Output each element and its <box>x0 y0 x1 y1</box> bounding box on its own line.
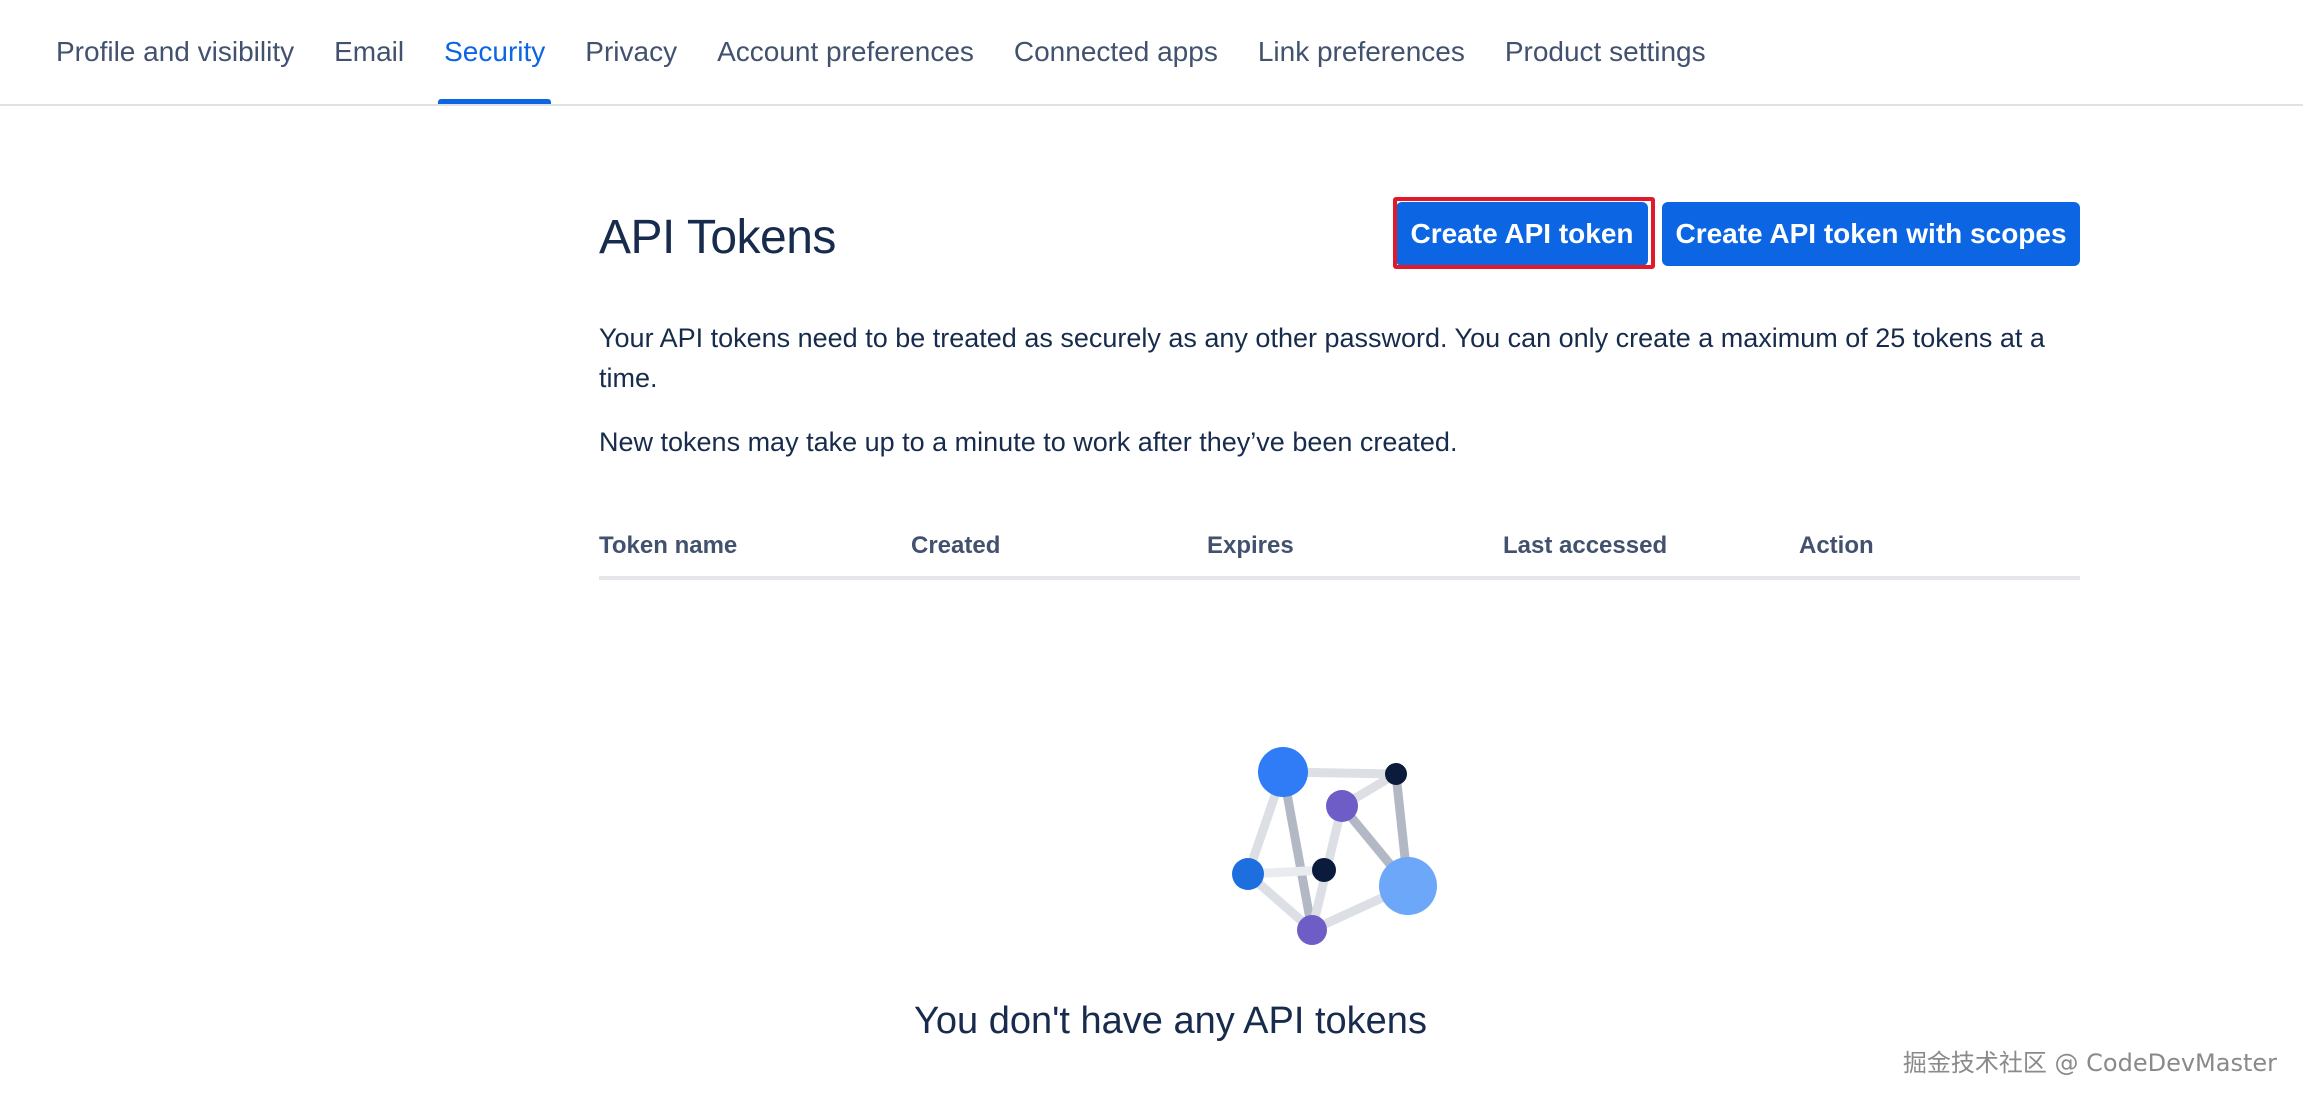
account-settings-page: Profile and visibility Email Security Pr… <box>0 0 2303 1098</box>
create-api-token-button[interactable]: Create API token <box>1396 202 1648 266</box>
tab-security[interactable]: Security <box>424 0 565 104</box>
column-header-last-accessed[interactable]: Last accessed <box>1503 532 1667 560</box>
column-header-created[interactable]: Created <box>911 532 1000 560</box>
api-tokens-description: Your API tokens need to be treated as se… <box>599 323 2045 393</box>
tab-email[interactable]: Email <box>314 0 424 104</box>
tab-product-settings[interactable]: Product settings <box>1485 0 1726 104</box>
column-header-action: Action <box>1799 532 1874 559</box>
column-header-expires[interactable]: Expires <box>1207 532 1294 560</box>
tokens-table-header: Token name Created Expires Last accessed… <box>599 532 2080 580</box>
top-navigation: Profile and visibility Email Security Pr… <box>0 0 2303 106</box>
create-api-token-with-scopes-button[interactable]: Create API token with scopes <box>1662 202 2080 266</box>
column-header-token-name[interactable]: Token name <box>599 532 737 560</box>
tab-link-preferences[interactable]: Link preferences <box>1238 0 1485 104</box>
api-tokens-note: New tokens may take up to a minute to wo… <box>599 427 1458 457</box>
page-title: API Tokens <box>599 211 836 264</box>
tab-account-preferences[interactable]: Account preferences <box>697 0 994 104</box>
page-header: API Tokens Create API token Create API t… <box>599 197 2080 282</box>
tab-profile-and-visibility[interactable]: Profile and visibility <box>56 0 314 104</box>
network-graph-illustration-icon <box>1218 740 1448 960</box>
tab-list: Profile and visibility Email Security Pr… <box>56 0 1726 106</box>
watermark: 掘金技术社区 @ CodeDevMaster <box>1902 1049 2277 1077</box>
tab-privacy[interactable]: Privacy <box>565 0 697 104</box>
tab-connected-apps[interactable]: Connected apps <box>994 0 1238 104</box>
empty-state-title: You don't have any API tokens <box>914 1000 1427 1042</box>
